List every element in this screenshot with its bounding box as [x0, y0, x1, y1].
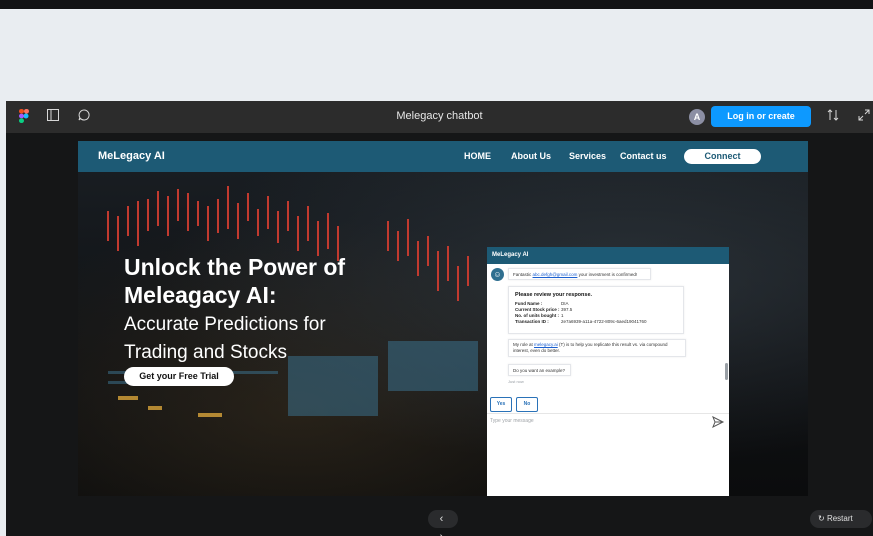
- hero-title-line1: Unlock the Power of: [124, 254, 346, 280]
- review-title: Please review your response.: [515, 292, 593, 298]
- background-area: [0, 9, 873, 101]
- brand-logo[interactable]: MeLegacy AI: [98, 150, 165, 162]
- prototype-canvas: MeLegacy AI HOME About Us Services Conta…: [6, 133, 873, 536]
- nav-home[interactable]: HOME: [464, 151, 491, 161]
- prev-next-arrows[interactable]: ‹ ›: [428, 510, 458, 536]
- restart-button[interactable]: ↻ Restart: [810, 510, 872, 528]
- free-trial-button[interactable]: Get your Free Trial: [124, 367, 234, 386]
- top-strip: [0, 0, 873, 9]
- nav-services[interactable]: Services: [569, 151, 606, 161]
- no-button[interactable]: No: [516, 397, 538, 412]
- options-icon[interactable]: [825, 109, 841, 125]
- chat-message-role: My role at melegacy.ai (T) is to help yo…: [508, 339, 686, 357]
- msg1-suffix: your investment is confirmed!: [578, 272, 638, 277]
- website-frame: MeLegacy AI HOME About Us Services Conta…: [78, 141, 808, 496]
- chat-header: MeLegacy AI: [487, 247, 729, 264]
- hero-subtitle-line2: Trading and Stocks: [124, 342, 287, 363]
- email-link[interactable]: abc.defgh@gmail.com: [533, 272, 578, 277]
- chat-message-review: Please review your response. Fund Name :…: [508, 286, 684, 334]
- restart-icon: ↻: [818, 514, 825, 523]
- message-input[interactable]: Type your message: [490, 418, 534, 424]
- site-navbar: MeLegacy AI HOME About Us Services Conta…: [78, 141, 808, 172]
- chat-message-confirmation: Fantastic abc.defgh@gmail.com your inves…: [508, 268, 651, 280]
- chat-message-question: Do you want an example?: [508, 364, 571, 376]
- msg1-prefix: Fantastic: [513, 272, 532, 277]
- bot-avatar-icon: ☺: [491, 268, 504, 281]
- figma-toolbar: Melegacy chatbot A Log in or create acco…: [6, 101, 873, 142]
- restart-label: Restart: [826, 514, 853, 523]
- message-timestamp: Just now: [508, 379, 524, 384]
- login-button[interactable]: Log in or create account: [711, 106, 811, 142]
- nav-contact-us[interactable]: Contact us: [620, 151, 667, 161]
- send-icon[interactable]: [711, 415, 725, 429]
- hero-text: Unlock the Power of Meleagacy AI: Accura…: [124, 253, 394, 365]
- chat-scrollbar[interactable]: [725, 363, 728, 380]
- nav-about-us[interactable]: About Us: [511, 151, 551, 161]
- msg3-prefix: My role at: [513, 342, 533, 347]
- hero-subtitle-line1: Accurate Predictions for: [124, 314, 326, 335]
- chat-input-row: Type your message: [487, 413, 729, 431]
- connect-button[interactable]: Connect: [684, 149, 761, 164]
- expand-icon[interactable]: [856, 109, 872, 125]
- review-row: Transaction ID :2e7a6939-a11a-4722-809c-…: [515, 319, 647, 324]
- user-avatar[interactable]: A: [689, 109, 705, 125]
- yes-button[interactable]: Yes: [490, 397, 512, 412]
- chatbot-window: MeLegacy AI ☺ Fantastic abc.defgh@gmail.…: [487, 247, 729, 496]
- hero-title-line2: Meleagacy AI:: [124, 282, 277, 308]
- figma-prototype-window: Melegacy chatbot A Log in or create acco…: [6, 101, 873, 536]
- melegacy-link[interactable]: melegacy.ai: [534, 342, 558, 347]
